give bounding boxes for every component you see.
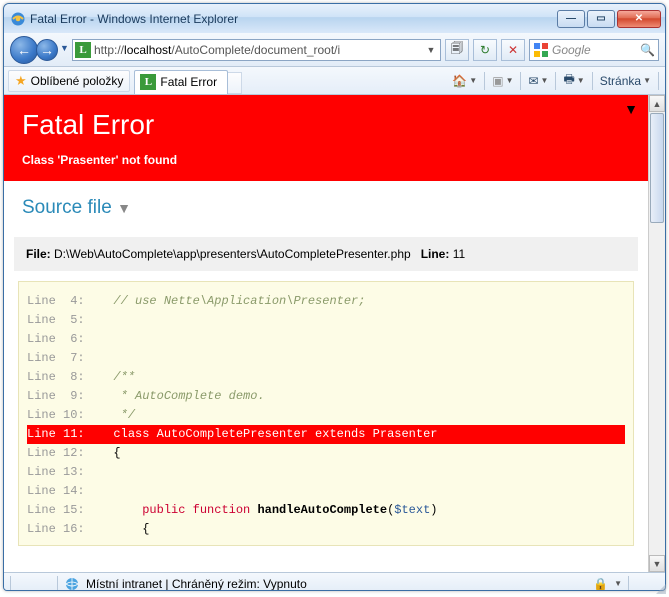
tab-title: Fatal Error — [160, 75, 217, 89]
file-info-panel: File: D:\Web\AutoComplete\app\presenters… — [14, 237, 638, 271]
nav-history-dropdown[interactable]: ▼ — [60, 43, 70, 57]
internet-zone-icon — [64, 576, 80, 592]
address-bar[interactable]: L http://localhost/AutoComplete/document… — [72, 39, 441, 61]
stop-icon: ✕ — [508, 43, 518, 57]
close-button[interactable]: ✕ — [617, 10, 661, 28]
search-box[interactable]: Google 🔍 — [529, 39, 659, 61]
back-button[interactable]: ← — [10, 36, 38, 64]
window-titlebar: Fatal Error - Windows Internet Explorer … — [4, 4, 665, 33]
page-content: ▼ Fatal Error Class 'Prasenter' not foun… — [4, 95, 648, 572]
arrow-left-icon: ← — [17, 42, 31, 58]
mail-icon: ✉ — [528, 74, 538, 88]
vertical-scrollbar[interactable]: ▲ ▼ — [648, 95, 665, 572]
search-icon[interactable]: 🔍 — [640, 43, 655, 57]
print-icon: 🖶 — [563, 70, 574, 91]
maximize-button[interactable]: ▭ — [587, 10, 615, 28]
star-icon: ★ — [15, 73, 27, 89]
error-title: Fatal Error — [22, 109, 630, 141]
error-header: ▼ Fatal Error Class 'Prasenter' not foun… — [4, 95, 648, 181]
status-zone-text: Místní intranet | Chráněný režim: Vypnut… — [86, 577, 307, 591]
highlighted-error-line: Line 11: class AutoCompletePresenter ext… — [27, 425, 625, 444]
feeds-button[interactable]: ▣▼ — [488, 70, 517, 92]
url-text: http://localhost/AutoComplete/document_r… — [94, 43, 424, 57]
home-button[interactable]: 🏠▼ — [448, 70, 481, 92]
scroll-down-button[interactable]: ▼ — [649, 555, 665, 572]
google-icon — [533, 42, 549, 58]
source-code-block: Line 4: // use Nette\Application\Present… — [18, 281, 634, 546]
tab-favicon: L — [140, 74, 156, 90]
search-placeholder: Google — [552, 43, 640, 57]
error-toggle-icon[interactable]: ▼ — [624, 101, 638, 117]
navigation-bar: ← → ▼ L http://localhost/AutoComplete/do… — [4, 33, 665, 67]
browser-tab[interactable]: L Fatal Error — [134, 70, 228, 94]
stop-button[interactable]: ✕ — [501, 39, 525, 61]
rss-icon: ▣ — [492, 74, 503, 88]
address-dropdown[interactable]: ▼ — [424, 45, 438, 55]
refresh-icon: ↻ — [480, 43, 490, 57]
security-dropdown[interactable]: ▼ — [614, 579, 622, 588]
ie-icon — [10, 11, 26, 27]
window-title: Fatal Error - Windows Internet Explorer — [30, 12, 557, 26]
favorites-bar: ★ Oblíbené položky L Fatal Error 🏠▼ ▣▼ ✉… — [4, 67, 665, 95]
window-resize-grip[interactable] — [653, 581, 667, 595]
new-tab-button[interactable] — [228, 72, 242, 94]
arrow-right-icon: → — [40, 42, 54, 58]
page-menu-button[interactable]: Stránka▼ — [596, 70, 655, 92]
forward-button[interactable]: → — [36, 39, 58, 61]
file-path: D:\Web\AutoComplete\app\presenters\AutoC… — [54, 247, 411, 261]
status-bar: Místní intranet | Chráněný režim: Vypnut… — [4, 572, 665, 591]
security-lock-icon[interactable]: 🔒 — [593, 577, 608, 591]
mail-button[interactable]: ✉▼ — [524, 70, 552, 92]
error-line-number: 11 — [453, 247, 465, 261]
favorites-button[interactable]: ★ Oblíbené položky — [8, 70, 130, 92]
scroll-up-button[interactable]: ▲ — [649, 95, 665, 112]
minimize-button[interactable]: — — [557, 10, 585, 28]
source-section-title: Source file ▼ — [22, 197, 630, 219]
home-icon: 🏠 — [452, 74, 467, 88]
print-button[interactable]: 🖶▼ — [559, 70, 588, 92]
error-message: Class 'Prasenter' not found — [22, 153, 630, 167]
page-broken-icon: 🗐 — [451, 39, 463, 60]
site-favicon: L — [75, 42, 91, 58]
compat-view-button[interactable]: 🗐 — [445, 39, 469, 61]
refresh-button[interactable]: ↻ — [473, 39, 497, 61]
scroll-thumb[interactable] — [650, 113, 664, 223]
favorites-label: Oblíbené položky — [31, 74, 124, 88]
section-toggle-icon[interactable]: ▼ — [117, 200, 131, 216]
page-menu-label: Stránka — [600, 74, 641, 88]
